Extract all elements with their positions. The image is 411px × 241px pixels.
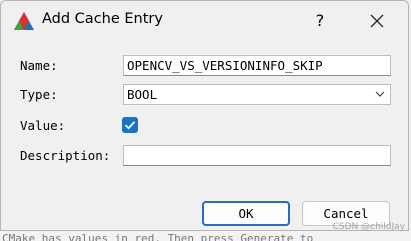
help-button[interactable]: ? [306,9,334,33]
background-window-strip: CMake has values in red. Then press Gene… [0,231,411,241]
title-bar: Add Cache Entry ? [1,1,410,41]
name-field[interactable]: OPENCV_VS_VERSIONINFO_SKIP [123,55,391,76]
close-icon [370,14,384,28]
type-label: Type: [20,87,58,102]
dialog-title: Add Cache Entry [42,11,163,27]
checkmark-icon [124,121,136,130]
chevron-down-icon [375,91,385,97]
add-cache-entry-dialog: Add Cache Entry ? Name: OPENCV_VS_VERSIO… [0,0,409,231]
description-field[interactable] [123,145,391,166]
ok-button[interactable]: OK [202,201,290,226]
background-text: CMake has values in red. Then press Gene… [2,232,314,241]
description-label: Description: [20,148,111,163]
close-button[interactable] [363,9,391,33]
name-label: Name: [20,58,58,73]
type-select[interactable]: BOOL [123,84,391,105]
value-label: Value: [20,118,66,133]
cmake-logo-icon [14,12,34,30]
type-select-value: BOOL [127,87,158,102]
value-checkbox[interactable] [122,117,138,133]
watermark: CSDN @childJay [332,222,405,232]
